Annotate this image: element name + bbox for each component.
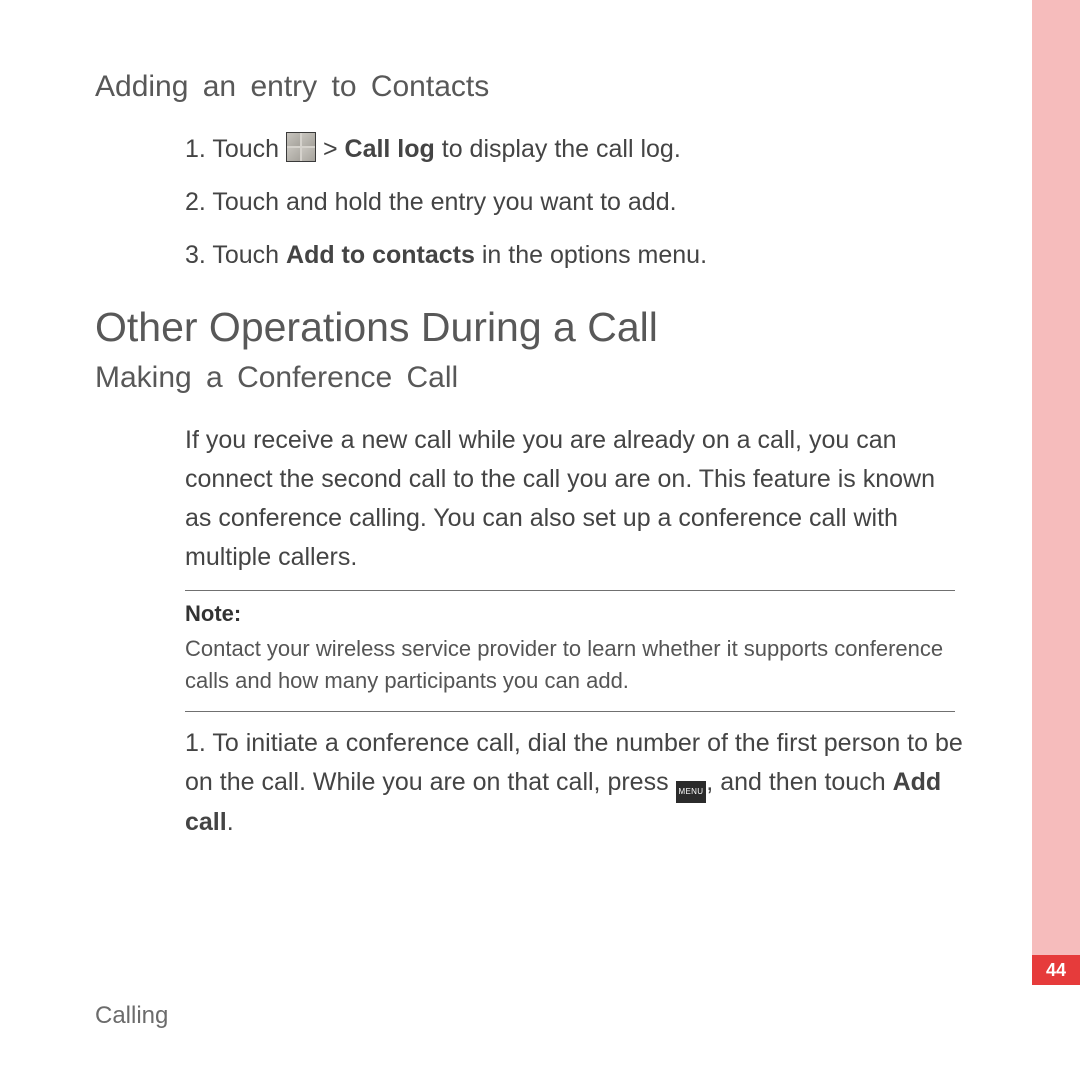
step1-bold: Call log (345, 135, 435, 163)
step3-suffix: in the options menu. (475, 241, 707, 269)
apps-grid-icon (286, 132, 316, 162)
footer-chapter-label: Calling (95, 1002, 168, 1030)
steps-adding-entry: 1. Touch > Call log to display the call … (95, 130, 965, 274)
step1-gt: > (316, 135, 345, 163)
subheading-adding-entry: Adding an entry to Contacts (95, 70, 965, 104)
page-number-badge: 44 (1032, 955, 1080, 985)
note-text: Contact your wireless service provider t… (185, 633, 955, 697)
page-content: Adding an entry to Contacts 1. Touch > C… (95, 70, 965, 862)
step-3: 3. Touch Add to contacts in the options … (185, 236, 965, 275)
heading-other-operations: Other Operations During a Call (95, 304, 965, 351)
step-1: 1. Touch > Call log to display the call … (185, 130, 965, 169)
steps-conference: 1. To initiate a conference call, dial t… (95, 724, 965, 842)
step3-bold: Add to contacts (286, 241, 475, 269)
conf-step-1: 1. To initiate a conference call, dial t… (185, 724, 965, 842)
step1-suffix: to display the call log. (435, 135, 681, 163)
step1-prefix: 1. Touch (185, 135, 286, 163)
step3-prefix: 3. Touch (185, 241, 286, 269)
conf-step1-c: . (227, 808, 234, 836)
step-2: 2. Touch and hold the entry you want to … (185, 183, 965, 222)
note-box: Note: Contact your wireless service prov… (185, 590, 955, 712)
note-label: Note: (185, 601, 955, 627)
side-strip (1032, 0, 1080, 980)
subheading-conference-call: Making a Conference Call (95, 361, 965, 395)
conf-step1-b: , and then touch (706, 768, 892, 796)
menu-button-icon: MENU (676, 781, 707, 803)
conference-intro-paragraph: If you receive a new call while you are … (185, 421, 965, 576)
